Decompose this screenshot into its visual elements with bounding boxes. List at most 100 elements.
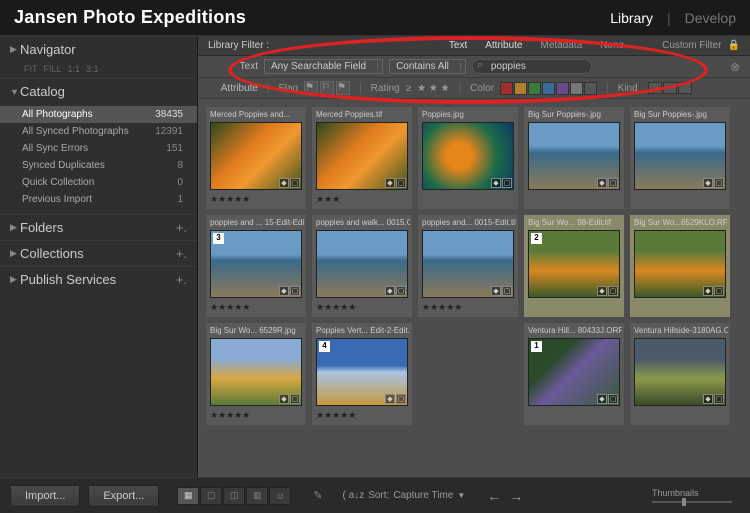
thumbnail-filename: Poppies Vert... Edit-2-Edit.tif	[314, 325, 410, 336]
catalog-item[interactable]: All Synced Photographs12391	[0, 123, 197, 140]
sort-field-dropdown[interactable]: Capture Time	[393, 490, 453, 501]
navigator-header[interactable]: ▶ Navigator	[0, 36, 197, 62]
filter-tab-attribute[interactable]: Attribute	[479, 38, 528, 53]
view-compare-icon[interactable]: ◫	[223, 487, 245, 505]
catalog-item[interactable]: All Photographs38435	[0, 106, 197, 123]
lock-icon[interactable]: 🔒	[728, 40, 740, 51]
color-label: Color	[470, 83, 494, 94]
flag-unflagged-icon[interactable]: ⚐	[320, 81, 334, 95]
thumbnail-rating[interactable]: ★★★★★	[208, 300, 304, 315]
kind-virtual-icon[interactable]	[663, 82, 677, 94]
thumbnail-rating[interactable]: ★★★	[314, 192, 410, 207]
thumbnail[interactable]: poppies and... 0015-Edit.tif◆▢★★★★★	[418, 215, 518, 317]
thumbnail-rating[interactable]	[632, 192, 728, 196]
view-people-icon[interactable]: ☺	[269, 487, 291, 505]
thumbnail-rating[interactable]: ★★★★★	[208, 192, 304, 207]
rating-op[interactable]: ≥	[406, 83, 412, 94]
prev-photo-icon[interactable]: ←	[487, 488, 501, 504]
color-swatch[interactable]	[570, 82, 583, 95]
module-library[interactable]: Library	[610, 10, 653, 26]
color-swatch[interactable]	[514, 82, 527, 95]
thumbnail-filename: Big Sur Poppies-.jpg	[632, 109, 728, 120]
badge-icon: ▢	[714, 178, 724, 188]
navigator-zoom[interactable]: FITFILL1:13:1	[0, 62, 197, 78]
import-button[interactable]: Import...	[10, 485, 80, 507]
view-grid-icon[interactable]: ▦	[177, 487, 199, 505]
add-icon[interactable]: +.	[176, 220, 187, 235]
folders-header[interactable]: ▶ Folders +.	[0, 214, 197, 240]
thumbnail-image: ◆▢	[634, 338, 726, 406]
catalog-item[interactable]: Previous Import1	[0, 191, 197, 208]
publish-header[interactable]: ▶ Publish Services +.	[0, 266, 197, 292]
thumbnail[interactable]: Big Sur Poppies-.jpg ◆▢	[630, 107, 730, 209]
badge-icon: ▢	[290, 286, 300, 296]
thumbnail[interactable]: poppies and ... 15-Edit-Edit.tif3◆▢★★★★★	[206, 215, 306, 317]
filter-tab-text[interactable]: Text	[443, 38, 473, 53]
thumbnail-rating[interactable]	[632, 300, 728, 304]
color-swatch[interactable]	[528, 82, 541, 95]
thumbnail-filename: poppies and walk... 0015.ORF	[314, 217, 410, 228]
thumbnail-image: ◆▢	[210, 122, 302, 190]
thumbnail-rating[interactable]	[526, 408, 622, 412]
view-loupe-icon[interactable]: ▢	[200, 487, 222, 505]
catalog-header[interactable]: ▼ Catalog	[0, 78, 197, 104]
thumbnail[interactable]: Big Sur Wo... 6529R.jpg◆▢★★★★★	[206, 323, 306, 425]
thumbnail[interactable]: Poppies Vert... Edit-2-Edit.tif4◆▢★★★★★	[312, 323, 412, 425]
color-swatch[interactable]	[584, 82, 597, 95]
color-swatch[interactable]	[500, 82, 513, 95]
kind-master-icon[interactable]	[648, 82, 662, 94]
thumbnail[interactable]: poppies and walk... 0015.ORF◆▢★★★★★	[312, 215, 412, 317]
next-photo-icon[interactable]: →	[509, 488, 523, 504]
sort-direction-icon[interactable]: ( a↓z	[343, 490, 365, 501]
thumbnail-rating[interactable]: ★★★★★	[208, 408, 304, 423]
catalog-item[interactable]: Synced Duplicates8	[0, 157, 197, 174]
thumbnail-rating[interactable]	[526, 192, 622, 196]
add-icon[interactable]: +.	[176, 246, 187, 261]
badge-icon: ▢	[714, 394, 724, 404]
catalog-item[interactable]: All Sync Errors151	[0, 140, 197, 157]
color-swatch[interactable]	[542, 82, 555, 95]
custom-filter-dropdown[interactable]: Custom Filter	[662, 40, 721, 51]
thumbnail-rating[interactable]: ★★★★★	[420, 300, 516, 315]
thumbnail[interactable]: Ventura Hillside-3180AG.ORF◆▢	[630, 323, 730, 425]
attribute-filter-label: Attribute	[208, 83, 258, 94]
thumbnail-rating[interactable]: ★★★★★	[314, 300, 410, 315]
stack-count-badge: 1	[531, 341, 542, 352]
thumbnail-rating[interactable]	[526, 300, 622, 304]
thumbnail-size-slider[interactable]	[652, 501, 732, 503]
search-input[interactable]	[472, 59, 592, 74]
badge-icon: ◆	[597, 286, 607, 296]
view-survey-icon[interactable]: ▥	[246, 487, 268, 505]
rating-stars[interactable]: ★ ★ ★	[417, 83, 449, 94]
thumbnail[interactable]: Big Sur Poppies-.jpg◆▢	[524, 107, 624, 209]
thumbnail-rating[interactable]	[632, 408, 728, 412]
search-field-dropdown[interactable]: Any Searchable Field	[264, 59, 383, 74]
thumbnail[interactable]: Big Sur Wo... 98-Edit.tif2◆▢	[524, 215, 624, 317]
flag-rejected-icon[interactable]: ⚑	[336, 81, 350, 95]
kind-video-icon[interactable]	[678, 82, 692, 94]
search-rule-dropdown[interactable]: Contains All	[389, 59, 466, 74]
catalog-item[interactable]: Quick Collection0	[0, 174, 197, 191]
thumbnail-rating[interactable]: ★★★★★	[314, 408, 410, 423]
export-button[interactable]: Export...	[88, 485, 159, 507]
module-develop[interactable]: Develop	[685, 10, 736, 26]
collections-header[interactable]: ▶ Collections +.	[0, 240, 197, 266]
filter-tab-metadata[interactable]: Metadata	[534, 38, 588, 53]
thumbnail-image: ◆▢	[634, 122, 726, 190]
flag-picked-icon[interactable]: ⚑	[304, 81, 318, 95]
thumbnail-image: 3◆▢	[210, 230, 302, 298]
badge-icon: ▢	[396, 286, 406, 296]
thumbnail[interactable]: Poppies.jpg◆▢	[418, 107, 518, 209]
painter-icon[interactable]: ✎	[313, 489, 322, 502]
thumbnail[interactable]: Big Sur Wo...6529KLO.RF◆▢	[630, 215, 730, 317]
add-icon[interactable]: +.	[176, 272, 187, 287]
thumbnail[interactable]: Merced Poppies.tif◆▢★★★	[312, 107, 412, 209]
thumbnail[interactable]: Merced Poppies and...◆▢★★★★★	[206, 107, 306, 209]
clear-filter-icon[interactable]: ⊗	[730, 60, 740, 74]
color-swatch[interactable]	[556, 82, 569, 95]
thumbnail-filename: Big Sur Poppies-.jpg	[526, 109, 622, 120]
thumbnail[interactable]: Ventura Hill... 80433J.ORF1◆▢	[524, 323, 624, 425]
badge-icon: ◆	[279, 394, 289, 404]
filter-tab-none[interactable]: None	[594, 38, 630, 53]
thumbnail-rating[interactable]	[420, 192, 516, 196]
